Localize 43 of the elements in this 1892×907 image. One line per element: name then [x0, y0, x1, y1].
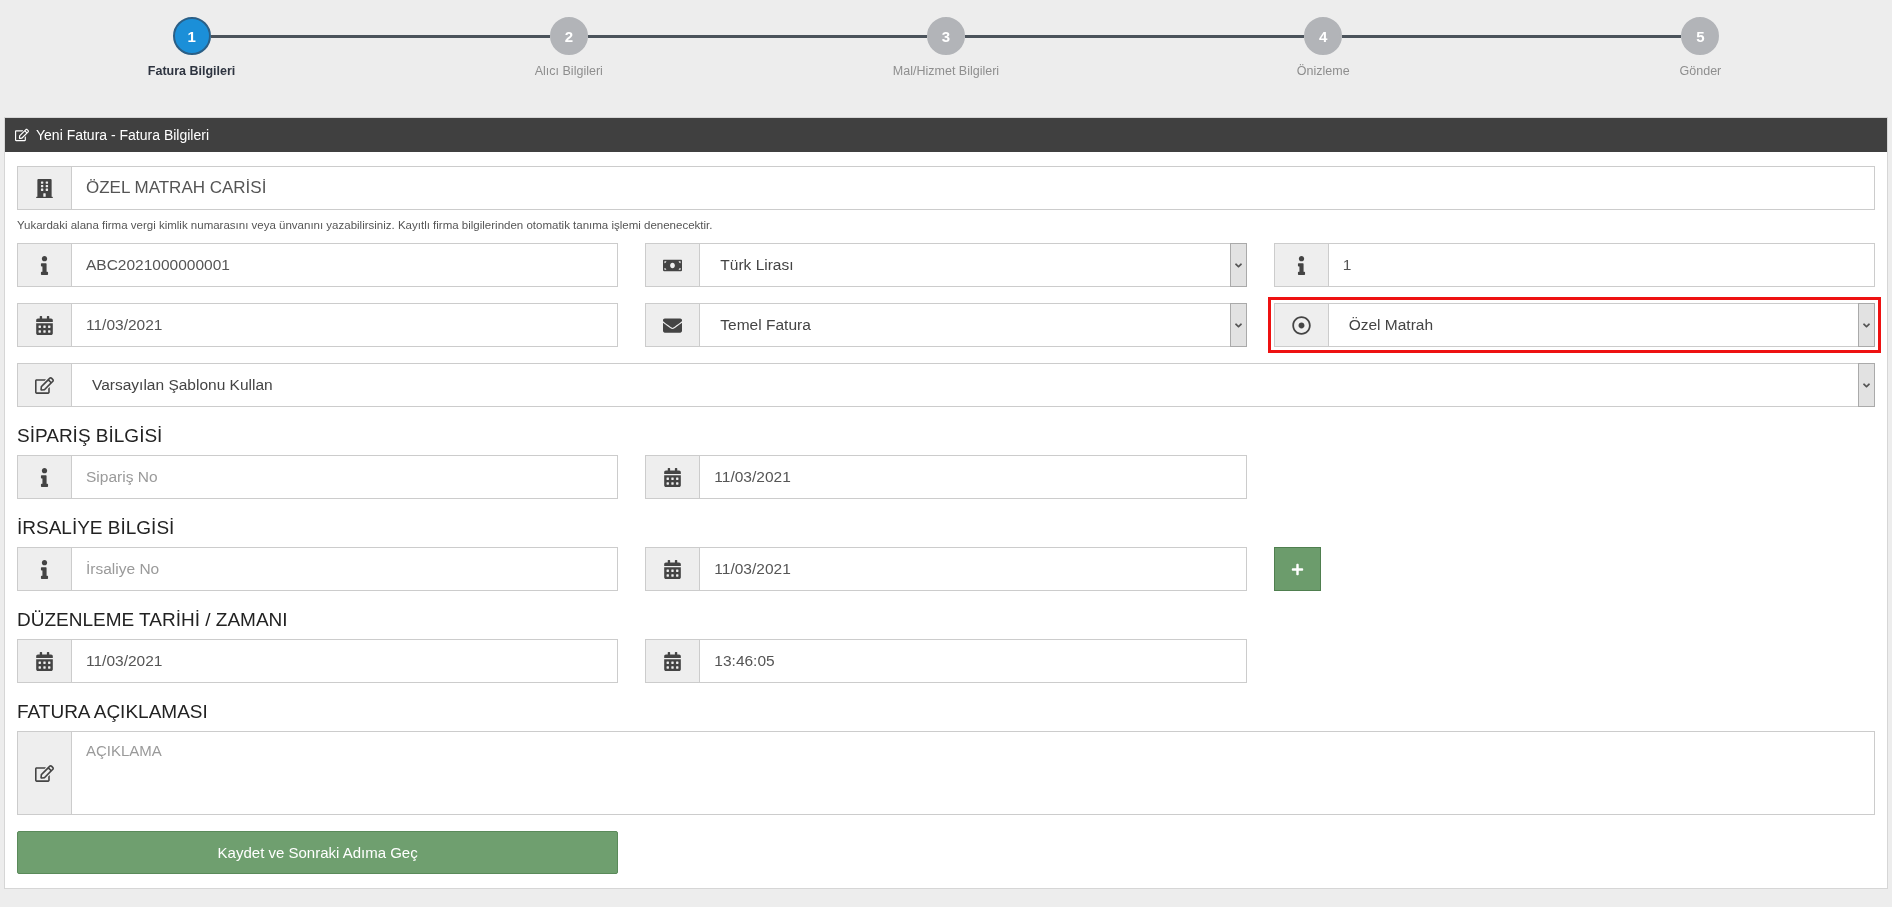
input-field[interactable]: 1 — [1327, 243, 1875, 287]
section-heading: SİPARİŞ BİLGİSİ — [17, 425, 164, 447]
caret-icon — [1229, 303, 1247, 347]
section-heading: İRSALİYE BİLGİSİ — [17, 517, 176, 539]
panel-title: Yeni Fatura - Fatura Bilgileri — [36, 127, 209, 143]
plus-icon — [1290, 562, 1304, 576]
step-label: Fatura Bilgileri — [147, 64, 236, 78]
calendar-icon — [663, 467, 683, 487]
section-heading: FATURA AÇIKLAMASI — [17, 701, 209, 723]
edit-icon — [15, 128, 29, 142]
input-field[interactable]: İrsaliye No — [71, 547, 619, 591]
input-field[interactable]: 11/03/2021 — [699, 455, 1247, 499]
input-field[interactable]: ÖZEL MATRAH CARİSİ — [71, 166, 1875, 210]
step-circle[interactable]: 1 — [172, 17, 211, 55]
select-field[interactable]: Temel Fatura — [699, 303, 1247, 347]
step-label: Önizleme — [1296, 64, 1350, 78]
input-field[interactable]: Sipariş No — [71, 455, 619, 499]
building-icon — [35, 178, 54, 198]
input-field[interactable]: 11/03/2021 — [71, 303, 619, 347]
select-field[interactable]: Türk Lirası — [699, 243, 1247, 287]
input-field[interactable]: 11/03/2021 — [71, 639, 619, 683]
select-field[interactable]: Varsayılan Şablonu Kullan — [71, 363, 1875, 407]
input-field[interactable]: 13:46:05 — [699, 639, 1247, 683]
caret-icon — [1858, 303, 1875, 347]
edit-icon — [35, 763, 54, 783]
caret-icon — [1858, 363, 1875, 407]
section-heading: DÜZENLEME TARİHİ / ZAMANI — [17, 609, 289, 631]
envelope-icon — [663, 315, 683, 335]
calendar-icon — [663, 651, 683, 671]
select-field[interactable]: Özel Matrah — [1327, 303, 1875, 347]
add-button[interactable] — [1273, 547, 1321, 591]
description-field[interactable]: AÇIKLAMA — [71, 731, 1875, 815]
input-field[interactable]: 11/03/2021 — [699, 547, 1247, 591]
input-field[interactable]: ABC2021000000001 — [71, 243, 619, 287]
step-label: Gönder — [1679, 64, 1722, 78]
edit-icon — [35, 375, 54, 395]
calendar-icon — [663, 559, 683, 579]
step-label: Alıcı Bilgileri — [534, 64, 603, 78]
calendar-icon — [35, 315, 54, 335]
calendar-icon — [35, 651, 54, 671]
caret-icon — [1229, 243, 1247, 287]
hint-text: Yukardaki alana firma vergi kimlik numarasını veya ünvanını yazabilirsiniz. Kayıtlı firma bilgilerinden otomatik tanıma işlemi denenecektir. — [17, 219, 714, 231]
step-label: Mal/Hizmet Bilgileri — [892, 64, 1000, 78]
